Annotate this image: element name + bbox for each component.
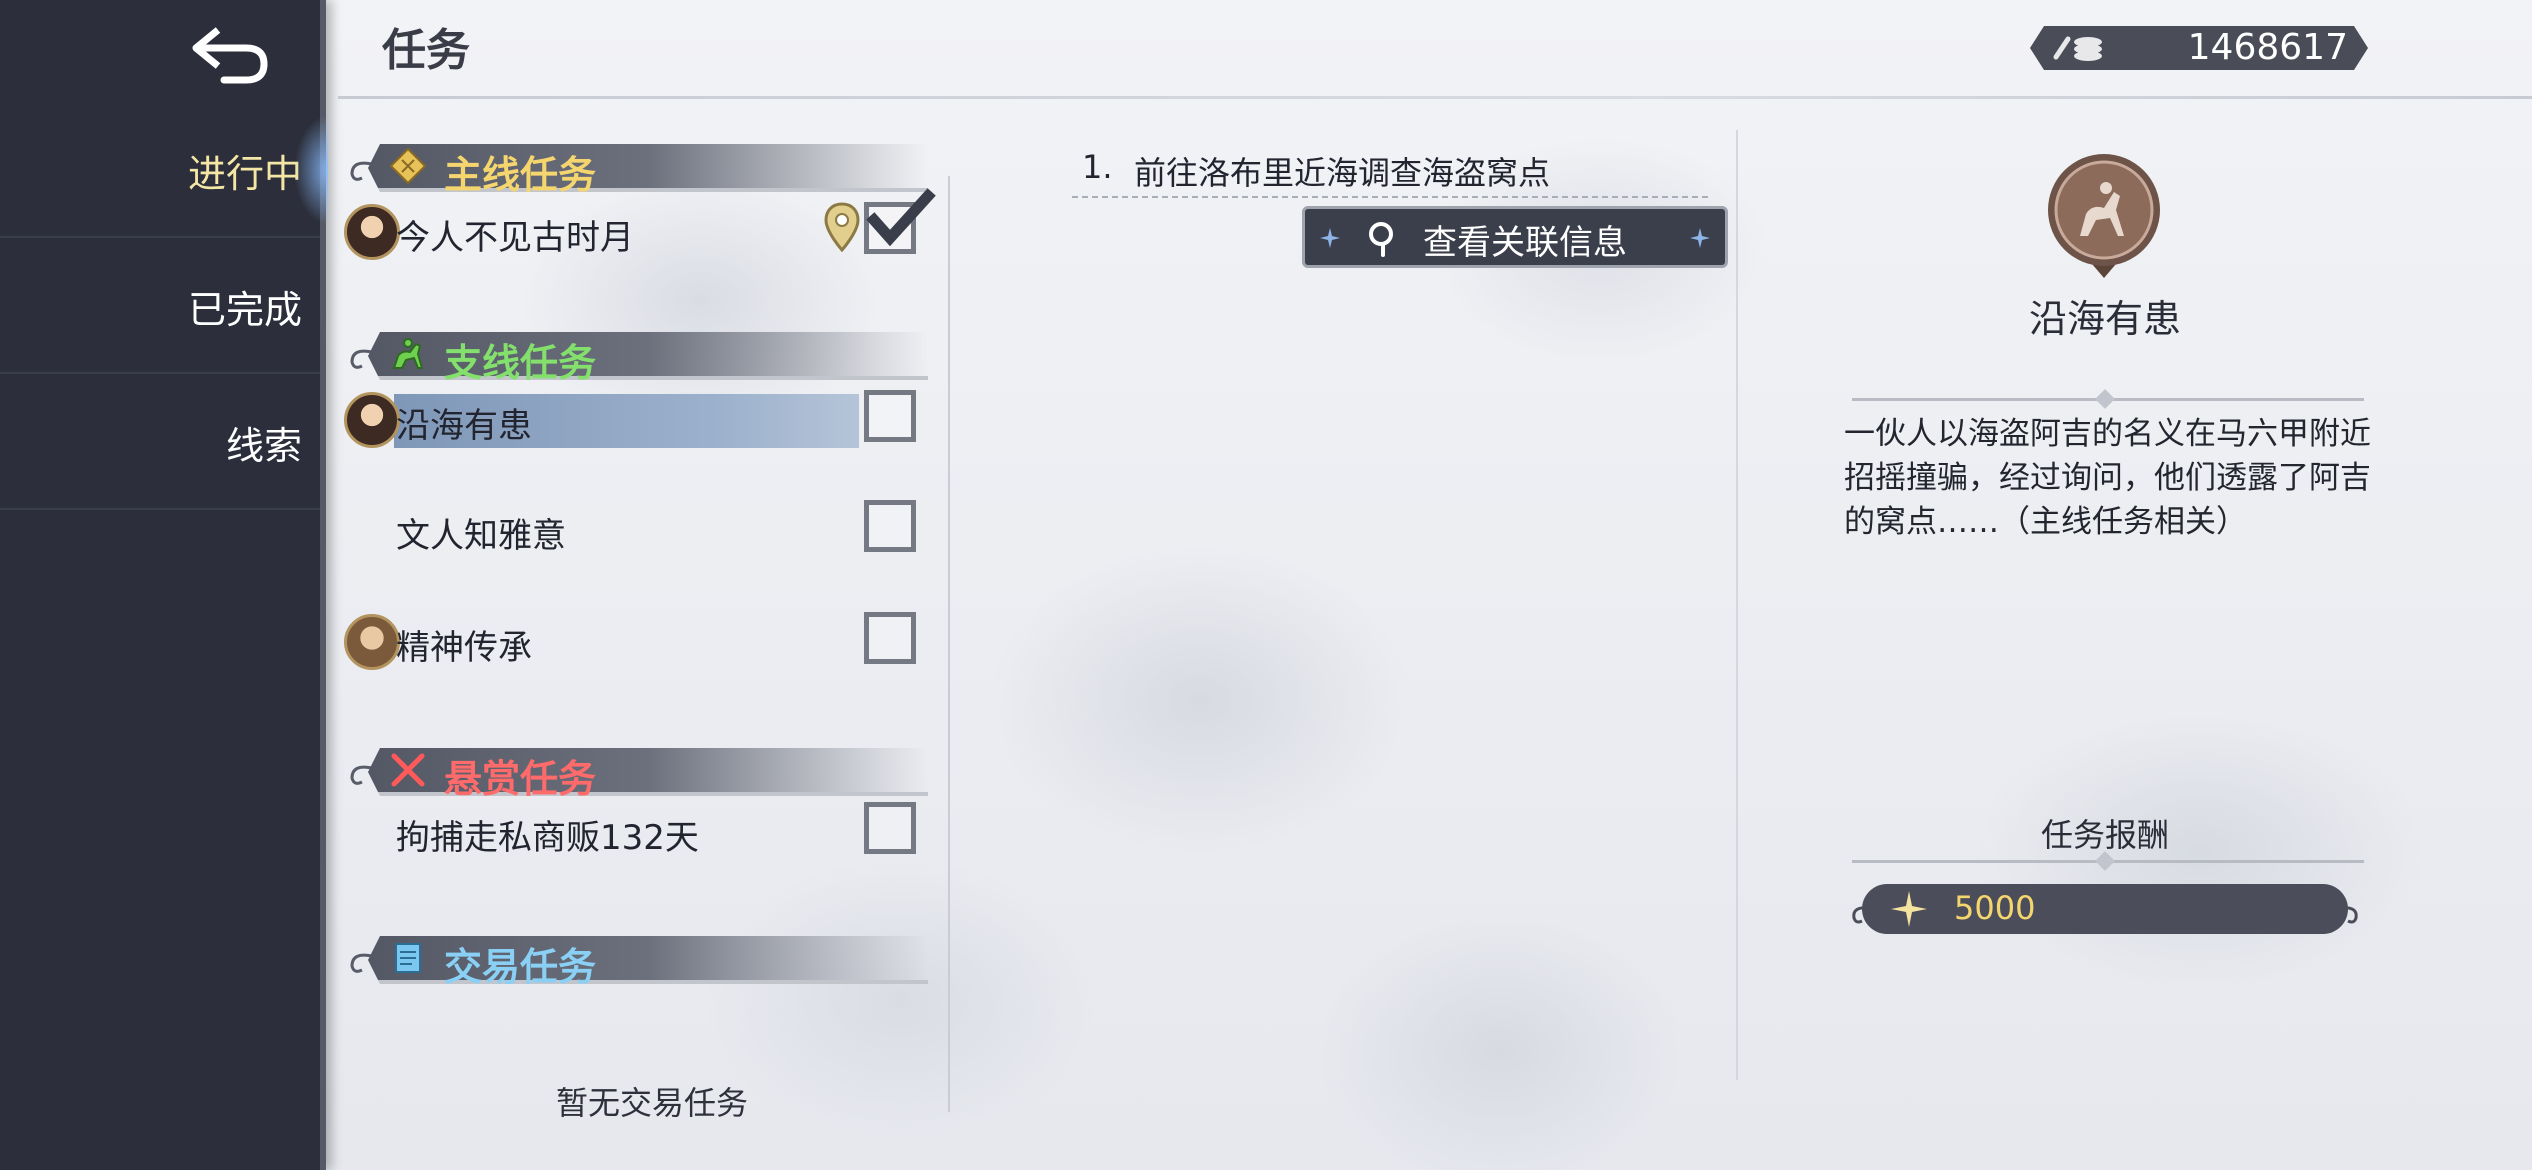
section-label: 交易任务	[444, 945, 597, 989]
objective-text: 前往洛布里近海调查海盗窝点	[1134, 154, 1551, 192]
track-checkbox[interactable]	[864, 500, 916, 552]
crossed-swords-icon	[391, 753, 425, 787]
quest-row-side-2[interactable]: 精神传承	[344, 610, 934, 680]
active-glow	[294, 115, 328, 225]
sidebar-item-label: 进行中	[187, 151, 302, 196]
quest-avatar	[344, 614, 400, 670]
sidebar-item-label: 已完成	[187, 287, 302, 332]
list-divider	[948, 176, 950, 1112]
currency-display: 1468617	[2030, 26, 2368, 70]
sidebar-item-clues[interactable]: 线索	[0, 376, 320, 510]
section-label: 支线任务	[444, 341, 597, 385]
quest-avatar	[344, 204, 400, 260]
quest-row-main-0[interactable]: 今人不见古时月	[344, 188, 936, 270]
quest-name: 文人知雅意	[396, 516, 566, 556]
quest-name: 精神传承	[396, 628, 532, 668]
sparkle-icon	[1320, 228, 1340, 248]
back-arrow-icon	[192, 27, 268, 84]
quest-row-bounty-0[interactable]: 拘捕走私商贩132天	[344, 800, 934, 870]
curl-ornament-icon	[1852, 906, 1871, 924]
back-button[interactable]	[180, 14, 280, 94]
page-title: 任务	[382, 25, 470, 76]
detail-description: 一伙人以海盗阿吉的名义在马六甲附近招摇撞骗，经过询问，他们透露了阿吉的窝点……（…	[1844, 416, 2371, 540]
sidebar: 进行中 已完成 线索	[0, 0, 328, 1170]
location-pin-icon[interactable]	[822, 200, 862, 256]
quest-row-side-0[interactable]: 沿海有患	[344, 388, 934, 458]
detail-title: 沿海有患	[2028, 297, 2181, 341]
objective-number: 1.	[1082, 148, 1113, 186]
section-side-quests: 支线任务	[346, 326, 928, 385]
track-checkbox[interactable]	[864, 802, 916, 854]
section-trade-quests: 交易任务	[346, 930, 928, 989]
button-label: 查看关联信息	[1423, 223, 1627, 263]
quest-name: 拘捕走私商贩132天	[396, 818, 699, 858]
quest-emblem-icon	[2048, 154, 2160, 278]
sidebar-item-label: 线索	[225, 423, 302, 468]
section-label: 主线任务	[444, 153, 597, 197]
quest-row-side-1[interactable]: 文人知雅意	[344, 498, 934, 568]
compass-icon	[389, 147, 427, 185]
reward-item[interactable]: 5000	[1852, 884, 2358, 934]
sidebar-item-in-progress[interactable]: 进行中	[0, 104, 328, 238]
search-icon	[1369, 222, 1393, 257]
scroll-icon	[395, 943, 421, 973]
curl-ornament-icon	[2339, 906, 2358, 924]
view-related-info-button[interactable]: 查看关联信息	[1302, 206, 1728, 268]
track-checkbox[interactable]	[864, 390, 916, 442]
header-divider	[338, 96, 2532, 99]
experience-star-icon	[1891, 891, 1927, 927]
reward-title: 任务报酬	[2040, 816, 2169, 854]
coins-icon	[2052, 33, 2108, 63]
objective-underline	[1072, 196, 1708, 198]
section-main-quests: 主线任务	[346, 138, 928, 197]
quest-avatar	[344, 392, 400, 448]
sparkle-icon	[1690, 228, 1710, 248]
section-label: 悬赏任务	[444, 757, 597, 801]
quest-name: 沿海有患	[396, 406, 532, 446]
section-bounty-quests: 悬赏任务	[346, 742, 928, 801]
reward-value: 5000	[1954, 889, 2036, 927]
trade-empty-text: 暂无交易任务	[556, 1084, 749, 1122]
currency-value: 1468617	[2187, 27, 2348, 68]
horse-rider-icon	[392, 338, 424, 369]
quest-name: 今人不见古时月	[396, 218, 634, 258]
track-checkbox[interactable]	[864, 612, 916, 664]
checkmark-icon	[866, 188, 936, 247]
detail-divider	[1736, 130, 1738, 1080]
sidebar-item-completed[interactable]: 已完成	[0, 240, 320, 374]
